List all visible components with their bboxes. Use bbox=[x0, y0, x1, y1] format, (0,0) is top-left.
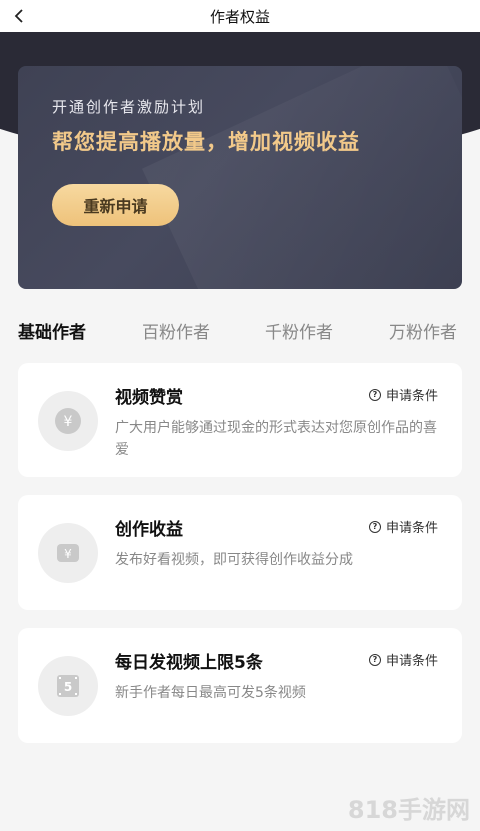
card-title: 每日发视频上限5条 bbox=[115, 653, 263, 673]
banner-subtitle: 开通创作者激励计划 bbox=[52, 98, 206, 116]
card-title: 创作收益 bbox=[115, 520, 183, 540]
benefit-card-video-appreciation[interactable]: ¥ 视频赞赏 ? 申请条件 广大用户能够通过现金的形式表达对您原创作品的喜爱 bbox=[18, 363, 462, 477]
incentive-banner: 开通创作者激励计划 帮您提高播放量，增加视频收益 重新申请 bbox=[18, 66, 462, 289]
tab-hundred-fans-author[interactable]: 百粉作者 bbox=[142, 318, 210, 343]
question-circle-icon: ? bbox=[368, 520, 381, 533]
benefit-card-creation-earnings[interactable]: ¥ 创作收益 ? 申请条件 发布好看视频，即可获得创作收益分成 bbox=[18, 495, 462, 610]
chevron-left-icon bbox=[14, 9, 23, 23]
condition-label: 申请条件 bbox=[385, 521, 438, 536]
back-button[interactable] bbox=[8, 4, 32, 28]
banner-headline: 帮您提高播放量，增加视频收益 bbox=[52, 130, 360, 154]
question-circle-icon: ? bbox=[368, 388, 381, 401]
card-description: 发布好看视频，即可获得创作收益分成 bbox=[115, 552, 353, 568]
tab-basic-author[interactable]: 基础作者 bbox=[18, 318, 86, 343]
tab-ten-thousand-fans-author[interactable]: 万粉作者 bbox=[389, 318, 457, 343]
application-conditions-link[interactable]: ? 申请条件 bbox=[368, 517, 438, 536]
condition-label: 申请条件 bbox=[385, 654, 438, 669]
yen-wallet-icon: ¥ bbox=[38, 523, 98, 583]
application-conditions-link[interactable]: ? 申请条件 bbox=[368, 650, 438, 669]
card-title: 视频赞赏 bbox=[115, 388, 183, 408]
yen-coin-icon: ¥ bbox=[38, 391, 98, 451]
svg-text:¥: ¥ bbox=[64, 414, 73, 430]
top-nav-bar: 作者权益 bbox=[0, 0, 480, 32]
question-circle-icon: ? bbox=[368, 653, 381, 666]
tab-thousand-fans-author[interactable]: 千粉作者 bbox=[265, 318, 333, 343]
page-title: 作者权益 bbox=[209, 7, 270, 26]
card-description: 广大用户能够通过现金的形式表达对您原创作品的喜爱 bbox=[115, 420, 437, 458]
benefit-card-daily-upload-limit[interactable]: 5 每日发视频上限5条 ? 申请条件 新手作者每日最高可发5条视频 bbox=[18, 628, 462, 743]
video-five-icon: 5 bbox=[38, 656, 98, 716]
application-conditions-link[interactable]: ? 申请条件 bbox=[368, 385, 438, 404]
reapply-button[interactable]: 重新申请 bbox=[52, 184, 179, 226]
condition-label: 申请条件 bbox=[385, 389, 438, 404]
author-level-tabs: 基础作者 百粉作者 千粉作者 万粉作者 bbox=[0, 314, 480, 346]
card-description: 新手作者每日最高可发5条视频 bbox=[115, 685, 306, 701]
svg-text:¥: ¥ bbox=[64, 547, 72, 561]
svg-text:5: 5 bbox=[64, 680, 72, 694]
site-watermark: 818手游网 bbox=[347, 796, 470, 824]
